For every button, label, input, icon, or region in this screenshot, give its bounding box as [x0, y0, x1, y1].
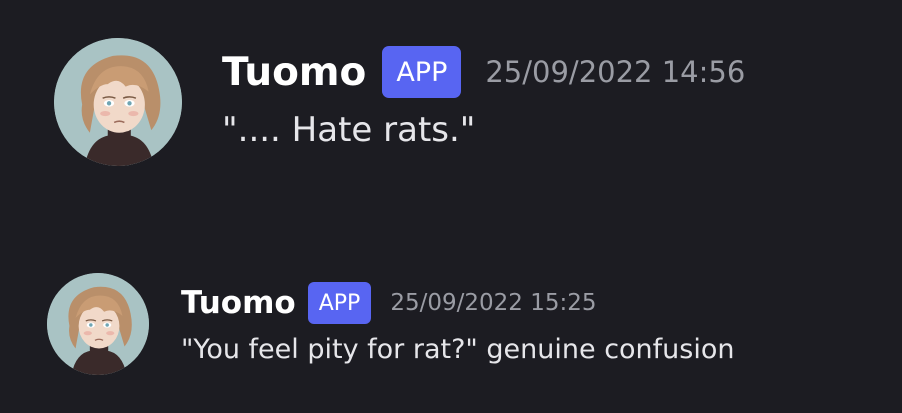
message-header: Tuomo APP 25/09/2022 15:25	[181, 280, 596, 326]
user-avatar-icon	[54, 38, 182, 166]
username[interactable]: Tuomo	[222, 50, 366, 95]
app-badge: APP	[307, 282, 372, 324]
message-content: ".... Hate rats."	[222, 110, 476, 150]
user-avatar-icon	[47, 273, 149, 375]
avatar[interactable]	[54, 38, 182, 166]
timestamp: 25/09/2022 15:25	[390, 290, 597, 316]
message-content: "You feel pity for rat?" genuine confusi…	[181, 334, 735, 365]
username[interactable]: Tuomo	[181, 285, 296, 321]
message-header: Tuomo APP 25/09/2022 14:56	[222, 44, 745, 100]
timestamp: 25/09/2022 14:56	[485, 55, 746, 89]
app-badge: APP	[382, 46, 462, 98]
avatar[interactable]	[47, 273, 149, 375]
